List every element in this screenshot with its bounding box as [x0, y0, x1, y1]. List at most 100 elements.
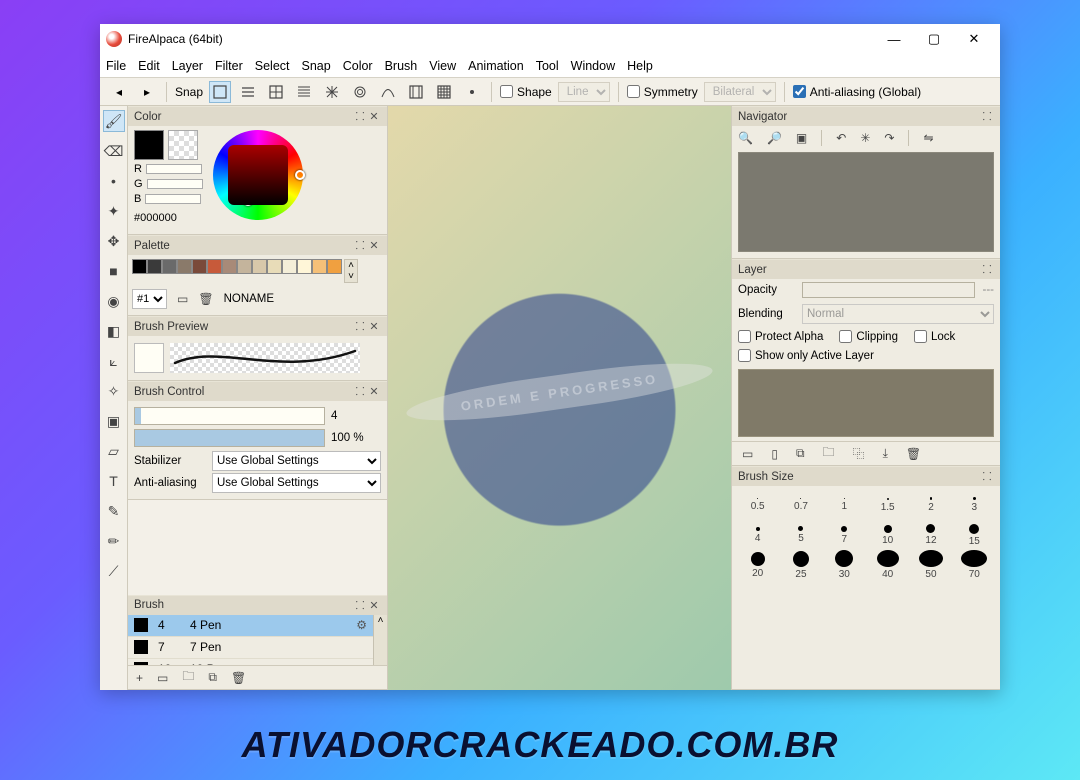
menu-file[interactable]: File	[106, 59, 126, 73]
show-active-check[interactable]: Show only Active Layer	[738, 349, 874, 362]
brush-size-cell[interactable]: 20	[736, 550, 779, 580]
tool-wand[interactable]: ✧	[103, 380, 125, 402]
palette-delete-icon[interactable]: 🗑	[198, 292, 213, 306]
shape-checkbox[interactable]: Shape	[500, 85, 552, 99]
brush-duplicate-icon[interactable]: ⧉	[208, 670, 217, 685]
snap-grid-fine-icon[interactable]	[433, 81, 455, 103]
panel-dock-icon[interactable]: ⸬	[980, 262, 994, 277]
snap-vanish-icon[interactable]	[293, 81, 315, 103]
close-button[interactable]: ✕	[954, 25, 994, 53]
brush-opacity-slider[interactable]	[134, 429, 325, 447]
menu-edit[interactable]: Edit	[138, 59, 160, 73]
brush-folder-icon[interactable]: 🗀	[182, 667, 194, 688]
panel-dock-icon[interactable]: ⸬	[353, 238, 367, 253]
brush-size-cell[interactable]: 40	[866, 550, 909, 580]
tool-crop[interactable]: ▣	[103, 410, 125, 432]
tool-dot[interactable]: •	[103, 170, 125, 192]
panel-dock-icon[interactable]: ⸬	[980, 469, 994, 484]
palette-swatch[interactable]	[177, 259, 192, 274]
menu-window[interactable]: Window	[571, 59, 615, 73]
panel-close-icon[interactable]: ✕	[367, 599, 381, 612]
brush-size-cell[interactable]: 70	[953, 550, 996, 580]
brush-size-cell[interactable]: 2	[909, 490, 952, 520]
brush-size-cell[interactable]: 4	[736, 520, 779, 550]
palette-swatch[interactable]	[207, 259, 222, 274]
gear-icon[interactable]: ⚙	[356, 618, 367, 632]
palette-swatch[interactable]	[312, 259, 327, 274]
layer-opacity-slider[interactable]	[802, 282, 975, 298]
palette-swatch[interactable]	[162, 259, 177, 274]
brush-size-cell[interactable]: 15	[953, 520, 996, 550]
g-slider[interactable]	[147, 179, 203, 189]
tool-lasso[interactable]: ◉	[103, 290, 125, 312]
panel-close-icon[interactable]: ✕	[367, 239, 381, 252]
rotate-cw-icon[interactable]: ↷	[884, 131, 894, 145]
palette-swatch[interactable]	[222, 259, 237, 274]
palette-swatch[interactable]	[282, 259, 297, 274]
brush-delete-icon[interactable]: 🗑	[231, 671, 246, 685]
symmetry-checkbox[interactable]: Symmetry	[627, 85, 698, 99]
tool-bw[interactable]: ◧	[103, 320, 125, 342]
panel-close-icon[interactable]: ✕	[367, 110, 381, 123]
layer-merge-icon[interactable]: ⤓	[883, 446, 888, 461]
palette-swatch[interactable]	[297, 259, 312, 274]
panel-dock-icon[interactable]: ⸬	[353, 598, 367, 613]
panel-dock-icon[interactable]: ⸬	[353, 109, 367, 124]
brush-add-icon[interactable]: +	[136, 671, 143, 685]
tool-ruler[interactable]: ⟀	[103, 350, 125, 372]
tool-pencil[interactable]: ✏	[103, 530, 125, 552]
zoom-in-icon[interactable]: 🔍	[738, 131, 753, 145]
symmetry-select[interactable]: Bilateral	[704, 82, 776, 102]
tool-move[interactable]: ✥	[103, 230, 125, 252]
snap-3d-icon[interactable]	[405, 81, 427, 103]
toolbar-prev-icon[interactable]: ◂	[108, 81, 130, 103]
hue-handle[interactable]	[295, 170, 305, 180]
palette-preset-select[interactable]: #1	[132, 289, 167, 309]
tool-path[interactable]: ✎	[103, 500, 125, 522]
shape-checkbox-input[interactable]	[500, 85, 513, 98]
toolbar-next-icon[interactable]: ▸	[136, 81, 158, 103]
brush-list-item[interactable]: 77 Pen	[128, 637, 373, 659]
brush-size-cell[interactable]: 50	[909, 550, 952, 580]
rotate-reset-icon[interactable]: ✳	[860, 131, 870, 145]
shape-select[interactable]: Line	[558, 82, 610, 102]
stabilizer-select[interactable]: Use Global Settings	[212, 451, 381, 471]
tool-sparkle[interactable]: ✦	[103, 200, 125, 222]
brush-size-cell[interactable]: 3	[953, 490, 996, 520]
snap-radial-icon[interactable]	[321, 81, 343, 103]
foreground-swatch[interactable]	[134, 130, 164, 160]
palette-swatch[interactable]	[252, 259, 267, 274]
symmetry-checkbox-input[interactable]	[627, 85, 640, 98]
background-swatch[interactable]	[168, 130, 198, 160]
menu-select[interactable]: Select	[255, 59, 290, 73]
palette-swatch[interactable]	[327, 259, 342, 274]
color-wheel[interactable]	[213, 130, 303, 220]
brush-size-cell[interactable]: 0.7	[779, 490, 822, 520]
tool-rect-fill[interactable]: ■	[103, 260, 125, 282]
tool-eraser[interactable]: ⌫	[103, 140, 125, 162]
snap-curve-icon[interactable]	[377, 81, 399, 103]
antialias-checkbox[interactable]: Anti-aliasing (Global)	[793, 85, 921, 99]
panel-dock-icon[interactable]: ⸬	[353, 319, 367, 334]
canvas[interactable]: ORDEM E PROGRESSO	[388, 106, 732, 690]
palette-swatch[interactable]	[192, 259, 207, 274]
snap-parallel-icon[interactable]	[237, 81, 259, 103]
snap-dot-icon[interactable]	[461, 81, 483, 103]
brush-list-scrollbar[interactable]: ˄˅	[373, 615, 387, 666]
menu-animation[interactable]: Animation	[468, 59, 524, 73]
panel-close-icon[interactable]: ✕	[367, 385, 381, 398]
layer-delete-icon[interactable]: 🗑	[906, 447, 921, 461]
menu-snap[interactable]: Snap	[302, 59, 331, 73]
palette-swatch[interactable]	[237, 259, 252, 274]
layer-dup-icon[interactable]: ⧉	[796, 446, 805, 461]
maximize-button[interactable]: ▢	[914, 25, 954, 53]
brush-size-cell[interactable]: 30	[823, 550, 866, 580]
brush-size-cell[interactable]: 1	[823, 490, 866, 520]
panel-close-icon[interactable]: ✕	[367, 320, 381, 333]
rotate-ccw-icon[interactable]: ↶	[836, 131, 846, 145]
zoom-fit-icon[interactable]: ▣	[796, 131, 807, 145]
panel-dock-icon[interactable]: ⸬	[353, 384, 367, 399]
snap-grid-1-icon[interactable]	[209, 81, 231, 103]
layer-list[interactable]	[738, 369, 994, 437]
menu-view[interactable]: View	[429, 59, 456, 73]
